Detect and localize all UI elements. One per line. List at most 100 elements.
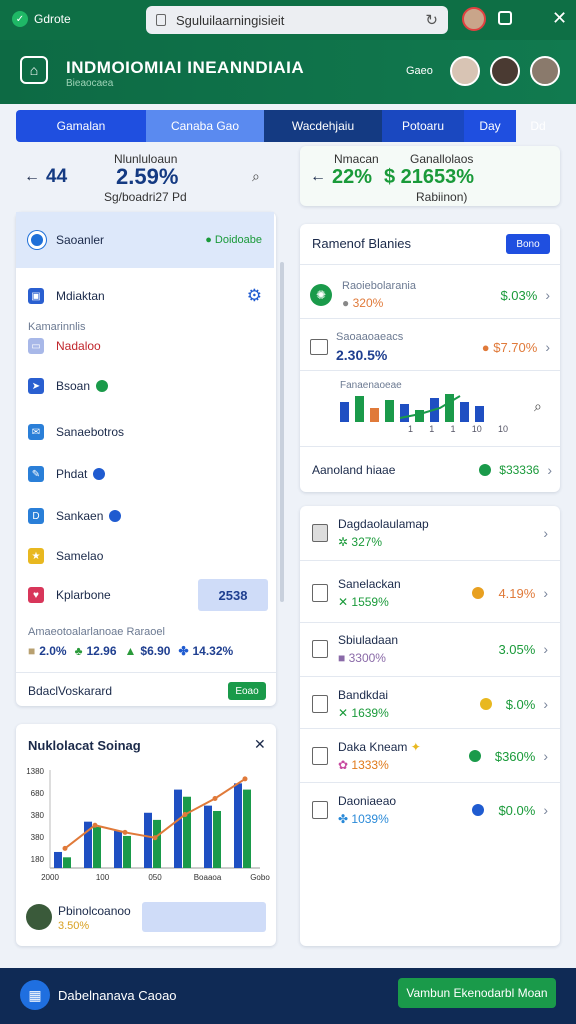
close-icon[interactable]: ✕: [552, 8, 567, 29]
chevron-right-icon[interactable]: ›: [547, 462, 552, 478]
list-item[interactable]: Sbiuladaan ■ 3300% 3.05% ›: [300, 626, 560, 672]
item-label: Dagdaolaulamap: [338, 517, 429, 531]
extension-icon[interactable]: [498, 11, 512, 25]
chevron-right-icon[interactable]: ›: [543, 525, 548, 541]
chevron-right-icon[interactable]: ›: [543, 585, 548, 601]
sidebar-item-badge: ● Doidoabe: [205, 234, 262, 246]
tab-potoaru[interactable]: Potoaru: [382, 110, 464, 142]
avatar[interactable]: [530, 56, 560, 86]
list-item[interactable]: Saoaaoaeacs 2.30.5% ● $7.70% ›: [300, 322, 560, 372]
sidebar-item-mdiaktan[interactable]: ▣ Mdiaktan ⚙: [28, 286, 262, 306]
chevron-right-icon[interactable]: ›: [545, 339, 550, 355]
heart-icon: ♥: [28, 587, 44, 603]
sidebar-item-samelao[interactable]: ★ Samelao: [28, 546, 262, 566]
app-logo[interactable]: ⌂: [20, 56, 48, 84]
chevron-right-icon[interactable]: ›: [543, 696, 548, 712]
zoom-icon[interactable]: ⌕: [534, 398, 542, 415]
y-tick-label: 380: [31, 811, 45, 820]
sidebar-item-phdat[interactable]: ✎ Phdat: [28, 464, 262, 484]
y-tick-label: 680: [31, 789, 45, 798]
chart-input[interactable]: [142, 902, 266, 932]
chart-bar: [63, 857, 71, 868]
edit-icon: ✎: [28, 466, 44, 482]
sidebar-panel: Saoanler ● Doidoabe ▣ Mdiaktan ⚙ Kamarin…: [16, 212, 284, 706]
sidebar-item-label: Phdat: [56, 467, 88, 481]
list-item[interactable]: Daka Kneam ✦ ✿ 1333% $360% ›: [300, 732, 560, 780]
item-value: $0.0%: [498, 802, 536, 818]
chart-title: Nuklolacat Soinag: [28, 738, 141, 753]
chart-point: [212, 796, 218, 802]
tab-canaba[interactable]: Canaba Gao: [146, 110, 264, 142]
reload-icon[interactable]: ↻: [425, 11, 438, 29]
item-value-secondary: ● $7.70%: [481, 339, 538, 355]
profile-avatar[interactable]: [462, 7, 486, 31]
x-tick-label: 2000: [41, 873, 59, 882]
trash-icon: [312, 584, 328, 602]
sidebar-item-bsoan[interactable]: ➤ Bsoan: [28, 376, 262, 396]
list-item[interactable]: Dagdaolaulamap ✲ 327% ›: [300, 506, 560, 560]
tab-wacdehjaiu[interactable]: Wacdehjaiu: [264, 110, 382, 142]
trash-icon: [312, 524, 328, 542]
avatar[interactable]: [450, 56, 480, 86]
sidebar-item-label: Bsoan: [56, 379, 91, 393]
y-tick-label: 180: [31, 855, 45, 864]
list-item[interactable]: Daoniaeao ✤ 1039% $0.0% ›: [300, 786, 560, 834]
chart-point: [242, 776, 248, 782]
card-footer[interactable]: Aanoland hiaae $33336 ›: [312, 460, 552, 480]
sidebar-item-label: Kplarbone: [56, 588, 111, 602]
chart-bar: [234, 783, 242, 868]
trash-icon: [312, 747, 328, 765]
search-icon[interactable]: ⌕: [252, 168, 260, 185]
close-icon[interactable]: ✕: [254, 736, 266, 753]
chart-user-value: 3.50%: [58, 920, 90, 932]
card-button[interactable]: Bono: [506, 234, 550, 254]
list-item[interactable]: Bandkdai ✕ 1639% $.0% ›: [300, 680, 560, 728]
chart-card: Nuklolacat Soinag ✕ 1380 680 380 380 180 2000…: [16, 724, 276, 946]
back-arrow-icon[interactable]: ←: [310, 168, 326, 186]
tick-label: 1: [408, 424, 414, 434]
app-launcher-icon[interactable]: ▦: [20, 980, 50, 1010]
x-tick-label: 100: [96, 873, 110, 882]
chevron-right-icon[interactable]: ›: [545, 287, 550, 303]
gear-icon[interactable]: ⚙: [247, 286, 262, 306]
tab-day[interactable]: Day: [464, 110, 516, 142]
stat-icon: ▲: [124, 644, 137, 658]
browser-toolbar: ✓ Gdrote Sguluilaarningisieit ↻ ✕: [0, 0, 576, 40]
avatar: [26, 904, 52, 930]
sidebar-item-sankaen[interactable]: D Sankaen: [28, 506, 262, 526]
summary-label: Nmacan: [334, 152, 379, 166]
back-arrow-icon[interactable]: ←: [24, 168, 40, 186]
tab-dd[interactable]: Dd: [516, 110, 560, 142]
item-value: $.0%: [505, 696, 536, 712]
browser-tab[interactable]: ✓ Gdrote: [12, 8, 122, 30]
primary-action-button[interactable]: Vambun Ekenodarbl Moan: [398, 978, 556, 1008]
stat-value: 12.96: [86, 644, 117, 658]
divider: [300, 264, 560, 265]
list-item[interactable]: ✺ Raoiebolarania ● 320% $.03% ›: [300, 268, 560, 322]
tab-overview[interactable]: Gamalan: [16, 110, 146, 142]
folder-icon: ▭: [28, 338, 44, 354]
item-value: $360%: [494, 748, 536, 764]
leaf-icon: ✲: [338, 535, 349, 549]
mini-bar: [370, 408, 379, 422]
sidebar-item-kplarbone[interactable]: ♥ Kplarbone 2538: [28, 578, 268, 612]
stat-icon: ■: [28, 644, 36, 658]
sidebar-item-saoanler[interactable]: Saoanler ● Doidoabe: [16, 212, 274, 268]
avatar[interactable]: [490, 56, 520, 86]
scrollbar[interactable]: [280, 262, 284, 602]
divider: [300, 782, 560, 783]
sidebar-item-sanaebotros[interactable]: ✉ Sanaebotros: [28, 422, 262, 442]
list-item[interactable]: Sanelackan ✕ 1559% 4.19% ›: [300, 570, 560, 616]
chevron-right-icon[interactable]: ›: [543, 748, 548, 764]
chevron-right-icon[interactable]: ›: [543, 802, 548, 818]
right-top-card: Ramenof Blanies Bono ✺ Raoiebolarania ● …: [300, 224, 560, 492]
image-icon: ▣: [28, 288, 44, 304]
item-sub: ■ 3300%: [338, 651, 386, 665]
sidebar-item-nadaloo[interactable]: ▭ Nadaloo: [28, 336, 262, 356]
star-icon: ★: [28, 548, 44, 564]
footer-button[interactable]: Eoao: [228, 682, 266, 700]
divider: [300, 446, 560, 447]
address-bar[interactable]: Sguluilaarningisieit ↻: [146, 6, 448, 34]
section-label: Kamarinnlis: [28, 321, 86, 333]
chevron-right-icon[interactable]: ›: [543, 641, 548, 657]
